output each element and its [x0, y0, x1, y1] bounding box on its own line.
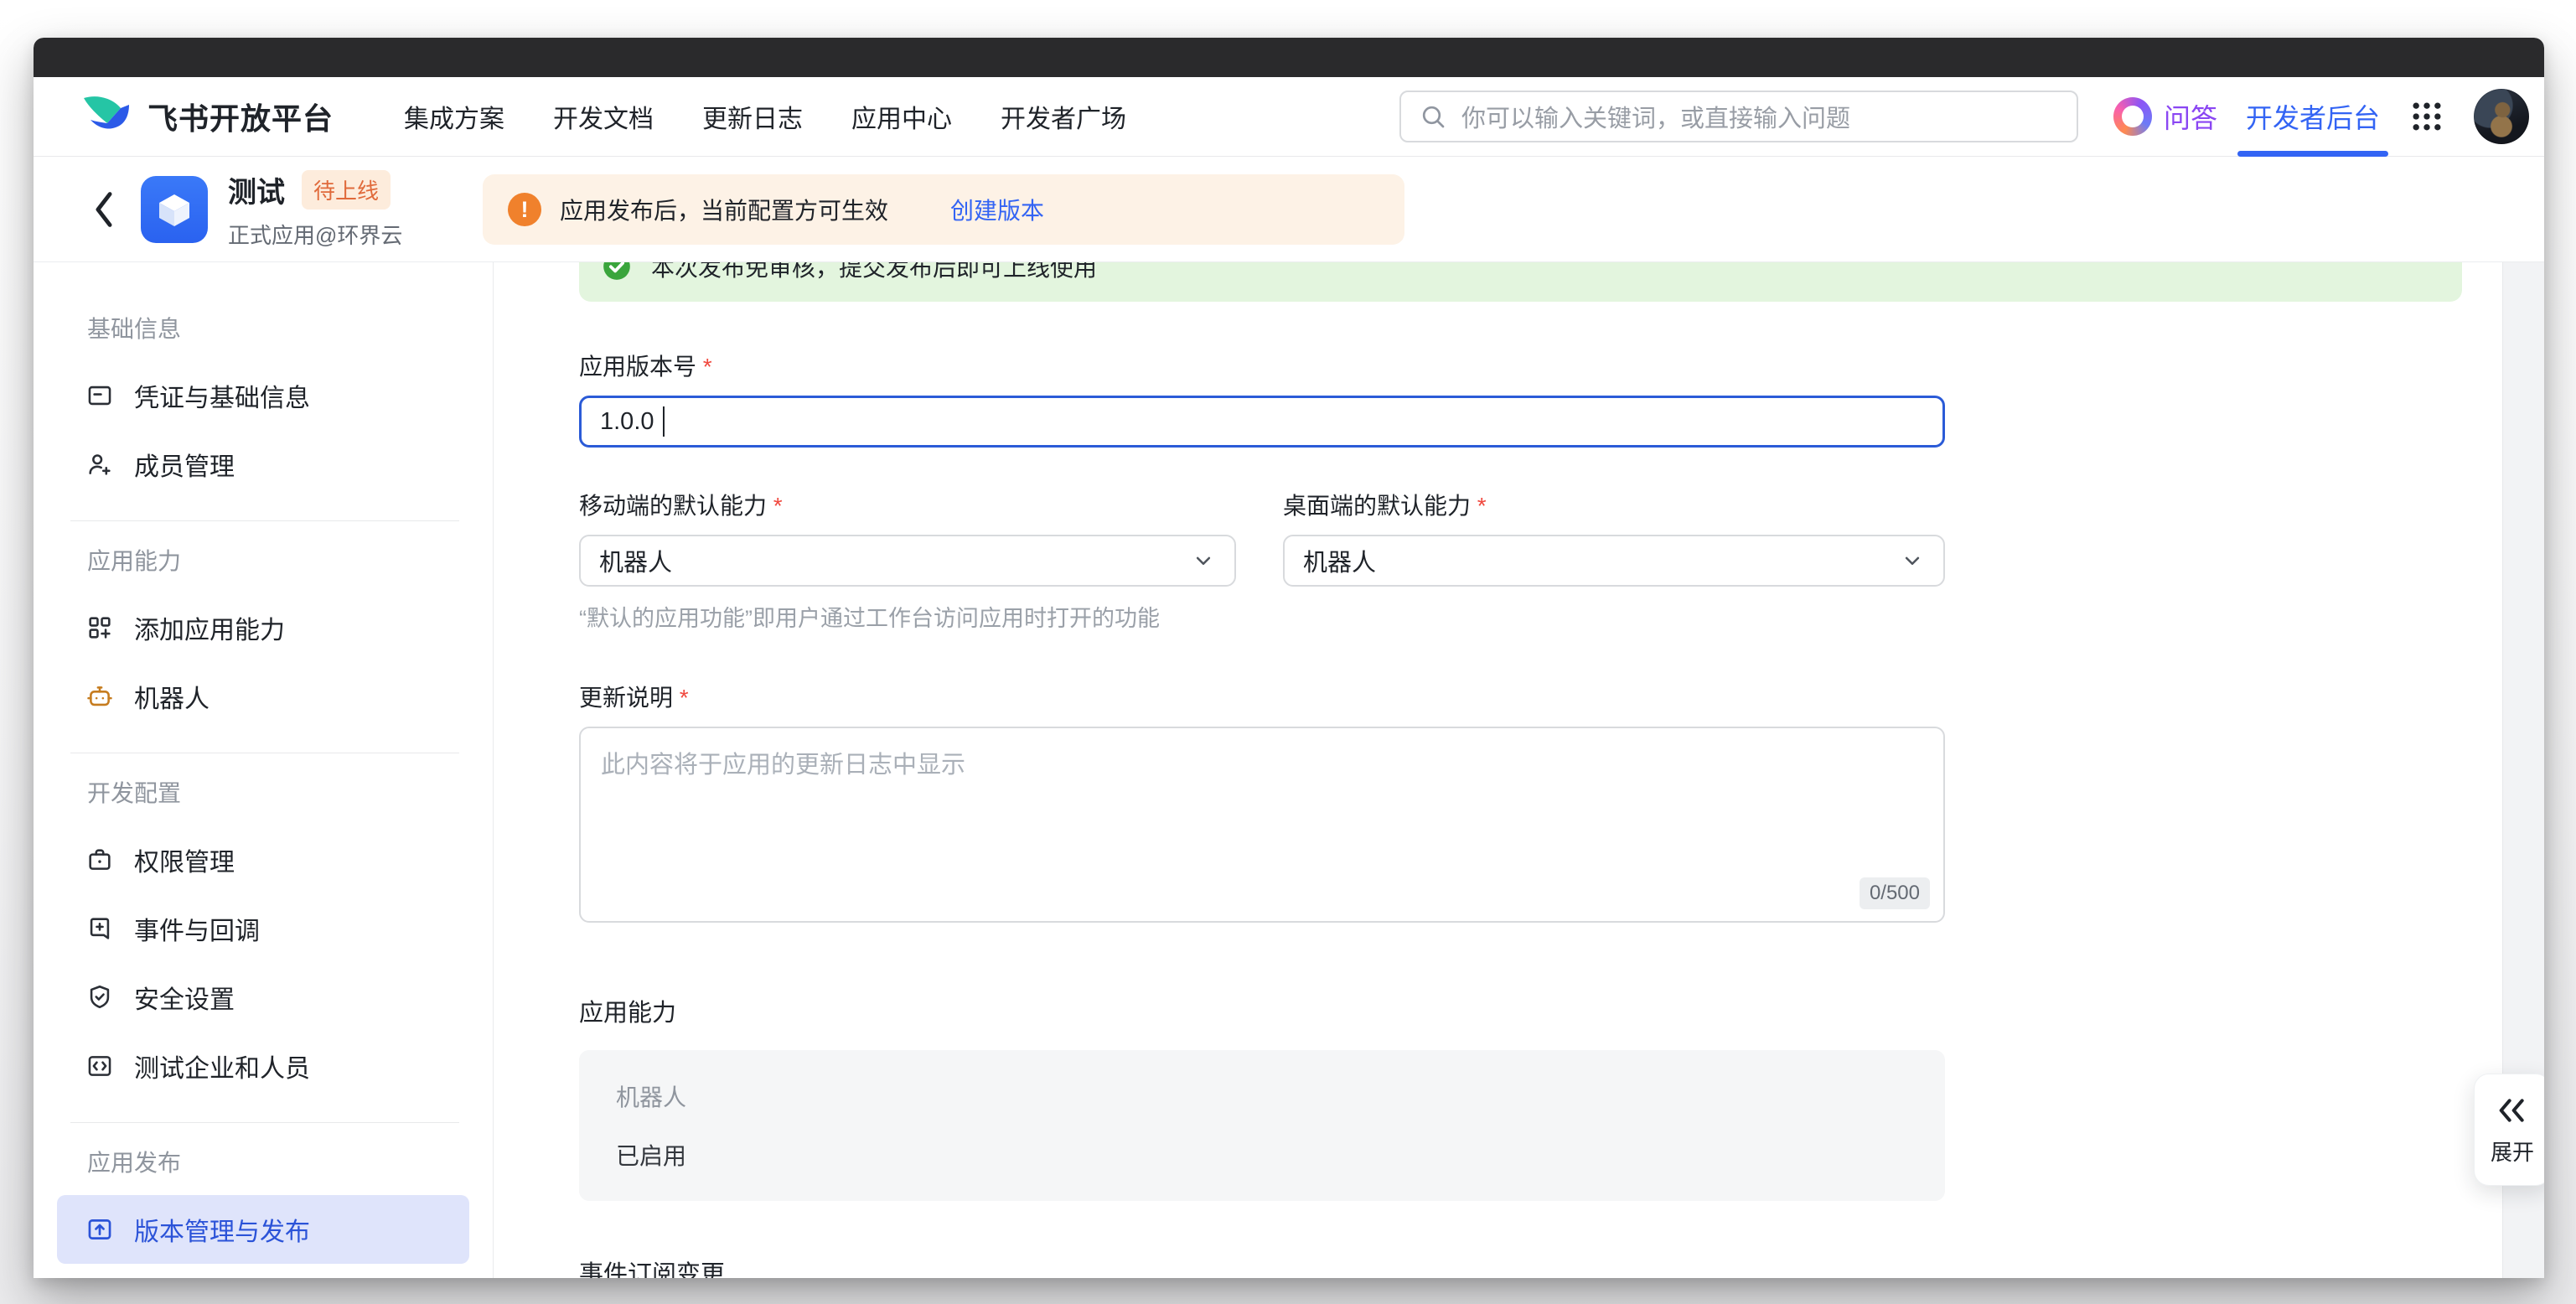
search-placeholder: 你可以输入关键词，或直接输入问题 [1461, 99, 1850, 134]
browser-window: 飞书开放平台 集成方案 开发文档 更新日志 应用中心 开发者广场 你可以输入关键… [34, 38, 2544, 1278]
chevron-down-icon [1191, 548, 1216, 573]
sidebar-item-events[interactable]: 事件与回调 [57, 894, 469, 963]
app-name: 测试 [228, 169, 285, 210]
menu-item-marketplace[interactable]: 开发者广场 [1001, 98, 1126, 135]
update-notes-textarea[interactable] [579, 727, 1945, 923]
publish-warning-banner: ! 应用发布后，当前配置方可生效 创建版本 [483, 174, 1404, 245]
version-form: 应用版本号 移动端的默认能力 机器人 “默认的应用功能” [579, 349, 1945, 1278]
sidebar-item-label: 权限管理 [134, 841, 235, 878]
success-banner: 本次发布免审核，提交发布后即可上线使用 [579, 262, 2462, 302]
capability-status: 已启用 [616, 1138, 1908, 1172]
developer-console-label: 开发者后台 [2246, 97, 2380, 136]
app-titles: 测试 待上线 正式应用@环界云 [228, 169, 402, 250]
sidebar-item-permissions[interactable]: 权限管理 [57, 825, 469, 894]
bookmark-add-icon [85, 914, 114, 943]
qa-link[interactable]: 问答 [2113, 97, 2217, 136]
feishu-logo-icon [80, 93, 132, 140]
chevron-down-icon [1900, 548, 1925, 573]
qa-label: 问答 [2164, 97, 2217, 136]
warning-text: 应用发布后，当前配置方可生效 [560, 193, 888, 226]
sidebar-item-label: 事件与回调 [134, 910, 260, 947]
text-caret [663, 406, 665, 437]
app-subtitle: 正式应用@环界云 [228, 219, 402, 250]
shield-check-icon [85, 983, 114, 1012]
body: 基础信息 凭证与基础信息 成员管理 应用能力 [34, 262, 2544, 1278]
sidebar-item-version-release[interactable]: 版本管理与发布 [57, 1195, 469, 1264]
create-version-link[interactable]: 创建版本 [950, 193, 1044, 226]
sidebar-item-members[interactable]: 成员管理 [57, 430, 469, 499]
sidebar-item-label: 测试企业和人员 [134, 1048, 310, 1084]
double-chevron-left-icon [2494, 1094, 2531, 1127]
version-label: 应用版本号 [579, 349, 1945, 382]
app-header: 测试 待上线 正式应用@环界云 ! 应用发布后，当前配置方可生效 创建版本 [34, 157, 2544, 262]
char-counter: 0/500 [1860, 877, 1930, 909]
capability-name: 机器人 [616, 1079, 1908, 1113]
sidebar-item-security[interactable]: 安全设置 [57, 963, 469, 1032]
main-menu: 集成方案 开发文档 更新日志 应用中心 开发者广场 [404, 98, 1126, 135]
id-card-icon [85, 381, 114, 410]
code-square-icon [85, 1052, 114, 1080]
sidebar-item-bot[interactable]: 机器人 [57, 662, 469, 731]
briefcase-icon [85, 846, 114, 874]
qa-ring-icon [2113, 97, 2152, 136]
brand[interactable]: 飞书开放平台 [80, 93, 334, 140]
sidebar-item-label: 凭证与基础信息 [134, 377, 310, 414]
expand-label: 展开 [2491, 1136, 2534, 1167]
desktop-capability-select[interactable]: 机器人 [1283, 535, 1945, 587]
menu-item-integration[interactable]: 集成方案 [404, 98, 504, 135]
top-navigation: 飞书开放平台 集成方案 开发文档 更新日志 应用中心 开发者广场 你可以输入关键… [34, 77, 2544, 157]
version-input[interactable] [579, 396, 1945, 448]
brand-name: 飞书开放平台 [147, 95, 334, 138]
sidebar-section-capabilities: 应用能力 [87, 543, 469, 577]
robot-icon [85, 682, 114, 711]
grid-add-icon [85, 613, 114, 642]
capability-hint: “默认的应用功能”即用户通过工作台访问应用时打开的功能 [579, 600, 1236, 633]
sidebar-section-release: 应用发布 [87, 1145, 469, 1178]
tab-developer-console[interactable]: 开发者后台 [2246, 77, 2380, 157]
sidebar-item-label: 版本管理与发布 [134, 1211, 310, 1248]
sidebar: 基础信息 凭证与基础信息 成员管理 应用能力 [34, 262, 494, 1278]
sidebar-item-label: 添加应用能力 [134, 609, 285, 646]
warning-icon: ! [508, 193, 541, 226]
user-avatar[interactable] [2474, 89, 2529, 144]
capability-section-title: 应用能力 [579, 993, 1945, 1028]
menu-item-docs[interactable]: 开发文档 [553, 98, 654, 135]
menu-item-app-center[interactable]: 应用中心 [851, 98, 952, 135]
sidebar-item-label: 机器人 [134, 678, 209, 715]
update-notes-label: 更新说明 [579, 680, 1945, 713]
mobile-capability-value: 机器人 [599, 543, 672, 578]
event-section-title: 事件订阅变更 [579, 1255, 1945, 1278]
capability-summary-box: 机器人 已启用 [579, 1050, 1945, 1201]
search-box[interactable]: 你可以输入关键词，或直接输入问题 [1399, 91, 2078, 142]
window-titlebar [34, 38, 2544, 77]
person-add-icon [85, 450, 114, 479]
success-banner-text: 本次发布免审核，提交发布后即可上线使用 [651, 262, 1097, 283]
sidebar-item-add-capability[interactable]: 添加应用能力 [57, 593, 469, 662]
menu-item-changelog[interactable]: 更新日志 [702, 98, 803, 135]
sidebar-divider [70, 520, 459, 521]
search-icon [1418, 101, 1448, 132]
mobile-capability-select[interactable]: 机器人 [579, 535, 1236, 587]
success-check-icon [601, 262, 633, 282]
expand-panel-button[interactable]: 展开 [2474, 1074, 2544, 1186]
status-badge: 待上线 [302, 170, 391, 210]
mobile-capability-label: 移动端的默认能力 [579, 488, 1236, 521]
app-icon [141, 176, 208, 243]
main-content: 本次发布免审核，提交发布后即可上线使用 应用版本号 移动端的默认能力 机器人 [494, 262, 2544, 1278]
sidebar-item-credentials[interactable]: 凭证与基础信息 [57, 361, 469, 430]
desktop-capability-value: 机器人 [1303, 543, 1376, 578]
upload-square-icon [85, 1215, 114, 1244]
sidebar-item-label: 成员管理 [134, 446, 235, 483]
sidebar-divider [70, 1122, 459, 1123]
apps-grid-icon[interactable] [2408, 98, 2445, 135]
sidebar-item-test-org[interactable]: 测试企业和人员 [57, 1032, 469, 1100]
back-button[interactable] [87, 184, 121, 235]
sidebar-item-label: 安全设置 [134, 979, 235, 1016]
sidebar-section-basic-info: 基础信息 [87, 311, 469, 344]
topnav-right: 问答 开发者后台 [2113, 77, 2529, 157]
sidebar-section-dev-config: 开发配置 [87, 775, 469, 809]
desktop-capability-label: 桌面端的默认能力 [1283, 488, 1945, 521]
